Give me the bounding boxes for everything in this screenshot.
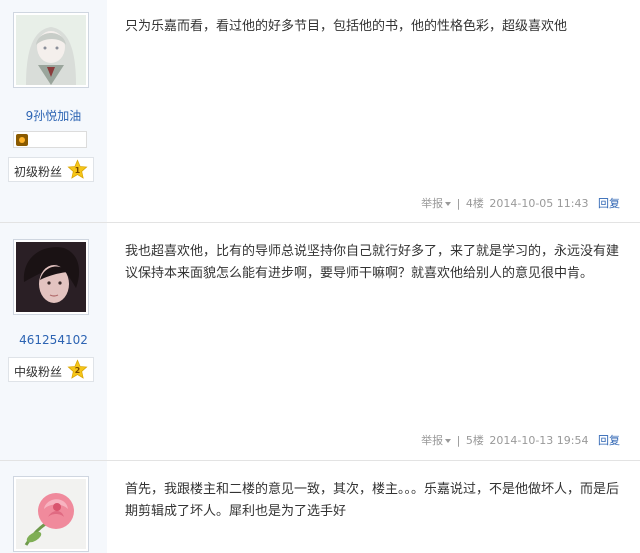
dropdown-caret-icon [445, 439, 452, 443]
post-meta: 举报 | 5楼 2014-10-13 19:54 回复 [417, 432, 620, 448]
author-sidebar: 461254102 中级粉丝 2 [0, 223, 107, 460]
post-timestamp: 2014-10-13 19:54 [489, 434, 589, 447]
post-floor-4: 9孙悦加油 初级粉丝 1 只为乐嘉而看，看过他的好多节目，包括他的书，他的性格色… [0, 0, 640, 222]
report-link[interactable]: 举报 [419, 197, 452, 210]
author-sidebar [0, 461, 107, 553]
floor-number: 4楼 [465, 197, 484, 210]
report-label: 举报 [421, 434, 444, 447]
report-label: 举报 [421, 197, 444, 210]
level-number: 2 [75, 366, 80, 375]
reply-link[interactable]: 回复 [598, 434, 620, 447]
reply-link[interactable]: 回复 [598, 197, 620, 210]
fan-level-label: 中级粉丝 [14, 365, 63, 379]
post-content: 我也超喜欢他，比有的导师总说坚持你自己就行好多了，来了就是学习的，永远没有建议保… [125, 244, 620, 281]
post-meta: 举报 | 4楼 2014-10-05 11:43 回复 [417, 195, 620, 211]
avatar[interactable] [13, 239, 89, 315]
meta-separator: | [456, 434, 461, 447]
level-star-icon: 2 [67, 359, 88, 379]
medal-badge-icon[interactable] [16, 134, 28, 146]
post-content: 首先，我跟楼主和二楼的意见一致，其次，楼主。。。乐嘉说过，不是他做坏人，而是后期… [125, 482, 620, 519]
author-sidebar: 9孙悦加油 初级粉丝 1 [0, 0, 107, 222]
meta-separator: | [456, 197, 461, 210]
level-number: 1 [75, 166, 80, 175]
avatar[interactable] [13, 476, 89, 552]
post-floor-6: 首先，我跟楼主和二楼的意见一致，其次，楼主。。。乐嘉说过，不是他做坏人，而是后期… [0, 461, 640, 553]
post-content: 只为乐嘉而看，看过他的好多节目，包括他的书，他的性格色彩，超级喜欢他 [125, 19, 568, 34]
portrait-avatar [16, 242, 86, 312]
floor-number: 5楼 [465, 434, 484, 447]
username-link[interactable]: 461254102 [0, 333, 107, 347]
fan-level-label: 初级粉丝 [14, 165, 63, 179]
fan-level-badge[interactable]: 初级粉丝 1 [8, 157, 94, 182]
dropdown-caret-icon [445, 202, 452, 206]
post-floor-5: 461254102 中级粉丝 2 我也超喜欢他，比有的导师总说坚持你自己就行好多… [0, 223, 640, 460]
level-star-icon: 1 [67, 159, 88, 179]
post-timestamp: 2014-10-05 11:43 [489, 197, 589, 210]
anime-avatar [16, 15, 86, 85]
username-link[interactable]: 9孙悦加油 [0, 107, 107, 124]
report-link[interactable]: 举报 [419, 434, 452, 447]
rose-avatar [16, 479, 86, 549]
avatar[interactable] [13, 12, 89, 88]
badge-row [13, 131, 87, 148]
fan-level-badge[interactable]: 中级粉丝 2 [8, 357, 94, 382]
